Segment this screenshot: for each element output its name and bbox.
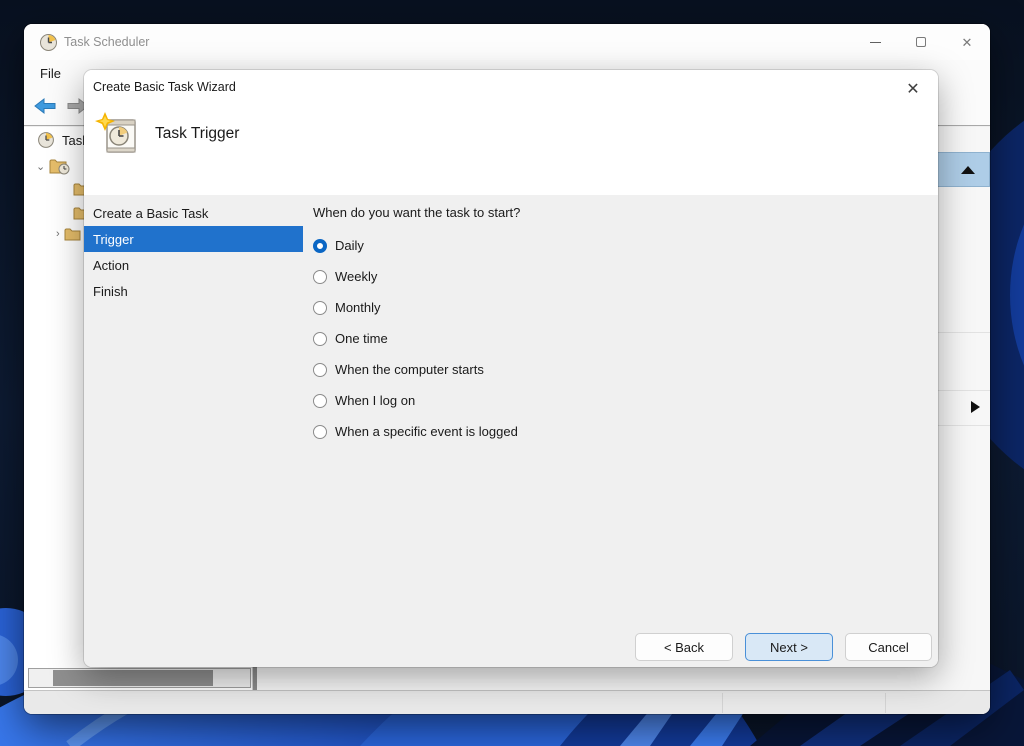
maximize-icon (916, 37, 926, 47)
maximize-button[interactable] (898, 24, 944, 60)
step-finish[interactable]: Finish (84, 278, 303, 304)
close-icon: ✕ (906, 79, 919, 99)
divider (885, 693, 886, 713)
step-action[interactable]: Action (84, 252, 303, 278)
divider (936, 425, 990, 426)
scheduled-task-wizard-icon (95, 110, 139, 158)
scrollbar-up-button[interactable] (935, 152, 990, 187)
close-icon: ✕ (962, 36, 973, 49)
next-button[interactable]: Next > (745, 633, 833, 661)
create-basic-task-wizard-dialog: Create Basic Task Wizard ✕ Task Trigger … (84, 70, 938, 667)
option-weekly[interactable]: Weekly (313, 261, 913, 292)
wizard-page-heading: Task Trigger (155, 125, 239, 143)
chevron-down-icon[interactable]: ⌄ (36, 160, 45, 173)
back-button[interactable]: < Back (635, 633, 733, 661)
dialog-close-button[interactable]: ✕ (900, 76, 926, 102)
radio-icon[interactable] (313, 363, 327, 377)
trigger-question-label: When do you want the task to start? (313, 205, 913, 220)
step-trigger[interactable]: Trigger (84, 226, 303, 252)
divider (936, 390, 990, 391)
actions-pane-expander-icon[interactable] (971, 401, 980, 413)
option-specific-event-logged[interactable]: When a specific event is logged (313, 416, 913, 447)
option-when-computer-starts[interactable]: When the computer starts (313, 354, 913, 385)
dialog-title: Create Basic Task Wizard (93, 80, 236, 94)
divider (936, 332, 990, 333)
scrollbar-thumb[interactable] (53, 670, 213, 686)
desktop: Task Scheduler ✕ File (0, 0, 1024, 746)
task-scheduler-clock-icon (38, 132, 54, 148)
tree-folder-expandable[interactable]: › (56, 227, 81, 241)
dialog-footer: < Back Next > Cancel (84, 633, 938, 661)
option-daily[interactable]: Daily (313, 230, 913, 261)
status-strip (24, 690, 990, 714)
radio-icon[interactable] (313, 332, 327, 346)
tree-root[interactable]: Task (38, 132, 89, 148)
tree-library-node[interactable]: ⌄ (36, 157, 71, 175)
radio-icon[interactable] (313, 270, 327, 284)
close-button[interactable]: ✕ (944, 24, 990, 60)
dialog-header: Create Basic Task Wizard ✕ Task Trigger (84, 70, 938, 195)
option-monthly[interactable]: Monthly (313, 292, 913, 323)
titlebar[interactable]: Task Scheduler ✕ (24, 24, 990, 60)
trigger-options: Daily Weekly Monthly One time (313, 230, 913, 447)
folder-icon (64, 227, 81, 241)
horizontal-scrollbar[interactable] (28, 668, 251, 688)
chevron-right-icon[interactable]: › (56, 228, 60, 240)
radio-icon[interactable] (313, 394, 327, 408)
step-create-basic-task[interactable]: Create a Basic Task (84, 200, 303, 226)
radio-icon[interactable] (313, 425, 327, 439)
back-arrow-icon[interactable] (33, 96, 57, 116)
cancel-button[interactable]: Cancel (845, 633, 932, 661)
minimize-icon (870, 42, 881, 43)
radio-icon[interactable] (313, 301, 327, 315)
wizard-steps-sidebar: Create a Basic Task Trigger Action Finis… (84, 200, 303, 304)
wizard-content: When do you want the task to start? Dail… (313, 195, 913, 447)
task-scheduler-clock-icon (40, 34, 57, 51)
minimize-button[interactable] (852, 24, 898, 60)
radio-selected-icon[interactable] (313, 239, 327, 253)
window-controls: ✕ (852, 24, 990, 60)
option-when-i-log-on[interactable]: When I log on (313, 385, 913, 416)
menu-file[interactable]: File (31, 66, 70, 81)
divider (722, 693, 723, 713)
window-title: Task Scheduler (64, 35, 149, 49)
triangle-up-icon (961, 166, 975, 174)
option-one-time[interactable]: One time (313, 323, 913, 354)
dialog-body: Create a Basic Task Trigger Action Finis… (84, 195, 938, 667)
folder-with-clock-icon (49, 157, 71, 175)
